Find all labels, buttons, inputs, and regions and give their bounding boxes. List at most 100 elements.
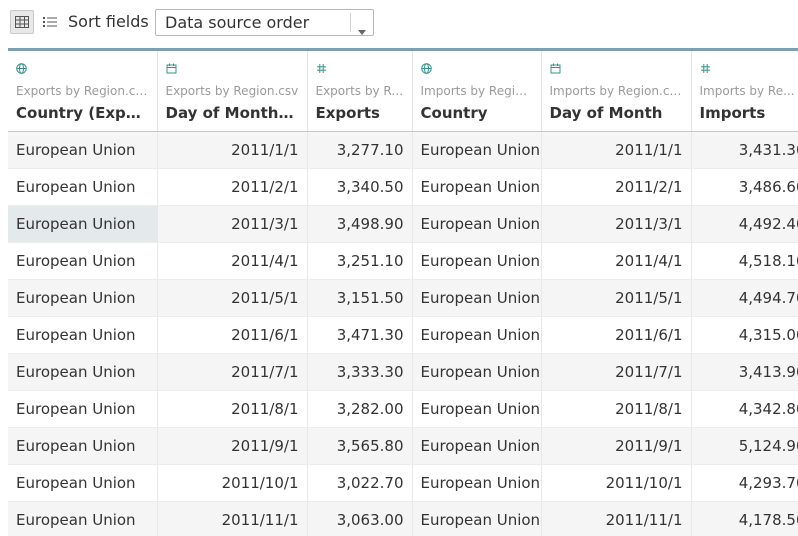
table-cell-exports[interactable]: 3,151.50 [307,279,413,317]
table-cell-country-imports[interactable]: European Union [412,390,542,428]
table-cell-imports[interactable]: 3,431.30 [691,131,798,169]
column-name: Day of Month [549,104,663,122]
table-cell-day-of-month-imports[interactable]: 2011/3/1 [541,205,692,243]
table-cell-day-of-month-exports[interactable]: 2011/9/1 [157,427,308,465]
table-cell-day-of-month-imports[interactable]: 2011/10/1 [541,464,692,502]
column-name: Country (Expo... [16,104,149,122]
calendar-icon[interactable] [550,59,683,74]
table-cell-imports[interactable]: 3,413.90 [691,353,798,391]
table-cell-country-imports[interactable]: European Union [412,168,542,206]
table-cell-country-exports[interactable]: European Union [8,501,158,536]
column-header-country-exports[interactable]: Exports by Region.csv Country (Expo... [8,51,158,132]
column-header-country-imports[interactable]: Imports by Region.... Country [412,51,542,132]
list-view-button[interactable] [38,10,62,34]
table-cell-country-exports[interactable]: European Union [8,242,158,280]
sort-fields-label: Sort fields [68,12,149,31]
toolbar: Sort fields Data source order [0,0,798,46]
table-row: European Union 2011/6/1 3,471.30 European U… [8,316,798,354]
table-cell-imports[interactable]: 4,342.80 [691,390,798,428]
table-cell-imports[interactable]: 5,124.90 [691,427,798,465]
table-cell-country-exports[interactable]: European Union [8,279,158,317]
table-cell-country-exports[interactable]: European Union [8,205,158,243]
table-cell-exports[interactable]: 3,063.00 [307,501,413,536]
table-cell-exports[interactable]: 3,277.10 [307,131,413,169]
table-cell-country-exports[interactable]: European Union [8,427,158,465]
table-cell-day-of-month-imports[interactable]: 2011/1/1 [541,131,692,169]
column-name: Imports [699,104,766,122]
grid-icon [15,13,29,32]
sort-order-value: Data source order [165,13,310,32]
globe-icon[interactable] [16,59,149,74]
table-cell-day-of-month-exports[interactable]: 2011/8/1 [157,390,308,428]
column-header-day-of-month-exports[interactable]: Exports by Region.csv Day of Month ... [157,51,308,132]
dropdown-divider [350,13,351,32]
table-cell-imports[interactable]: 4,518.10 [691,242,798,280]
table-cell-country-exports[interactable]: European Union [8,131,158,169]
chevron-down-icon[interactable] [358,20,366,39]
table-cell-day-of-month-imports[interactable]: 2011/2/1 [541,168,692,206]
table-cell-country-imports[interactable]: European Union [412,205,542,243]
table-cell-day-of-month-exports[interactable]: 2011/7/1 [157,353,308,391]
grid-view-button[interactable] [10,10,34,34]
table-cell-country-exports[interactable]: European Union [8,168,158,206]
table-cell-day-of-month-imports[interactable]: 2011/4/1 [541,242,692,280]
table-cell-country-imports[interactable]: European Union [412,279,542,317]
table-cell-exports[interactable]: 3,340.50 [307,168,413,206]
table-cell-country-imports[interactable]: European Union [412,131,542,169]
table-cell-day-of-month-exports[interactable]: 2011/10/1 [157,464,308,502]
table-cell-day-of-month-imports[interactable]: 2011/8/1 [541,390,692,428]
header-row: Exports by Region.csv Country (Expo... Exp… [8,51,798,132]
table-row: European Union 2011/7/1 3,333.30 European U… [8,353,798,391]
table-cell-day-of-month-exports[interactable]: 2011/5/1 [157,279,308,317]
hash-icon[interactable] [700,59,798,73]
table-row: European Union 2011/5/1 3,151.50 European U… [8,279,798,317]
table-cell-imports[interactable]: 4,494.70 [691,279,798,317]
table-cell-exports[interactable]: 3,282.00 [307,390,413,428]
data-table: Exports by Region.csv Country (Expo... Exp… [8,51,798,536]
table-row: European Union 2011/2/1 3,340.50 European U… [8,168,798,206]
column-header-day-of-month-imports[interactable]: Imports by Region.csv Day of Month [541,51,692,132]
table-cell-imports[interactable]: 4,293.70 [691,464,798,502]
table-cell-day-of-month-imports[interactable]: 2011/7/1 [541,353,692,391]
globe-icon[interactable] [420,59,533,74]
table-cell-country-imports[interactable]: European Union [412,316,542,354]
table-cell-country-exports[interactable]: European Union [8,316,158,354]
table-cell-day-of-month-imports[interactable]: 2011/11/1 [541,501,692,536]
table-cell-country-imports[interactable]: European Union [412,464,542,502]
column-name: Exports [315,104,380,122]
table-cell-country-imports[interactable]: European Union [412,427,542,465]
table-cell-exports[interactable]: 3,022.70 [307,464,413,502]
column-header-imports[interactable]: Imports by Re... Imports [691,51,798,132]
table-cell-day-of-month-exports[interactable]: 2011/4/1 [157,242,308,280]
table-cell-day-of-month-exports[interactable]: 2011/1/1 [157,131,308,169]
table-cell-exports[interactable]: 3,471.30 [307,316,413,354]
table-cell-country-imports[interactable]: European Union [412,353,542,391]
table-cell-day-of-month-exports[interactable]: 2011/2/1 [157,168,308,206]
column-source: Exports by Re... [315,84,404,98]
table-cell-country-exports[interactable]: European Union [8,464,158,502]
table-cell-exports[interactable]: 3,565.80 [307,427,413,465]
table-cell-day-of-month-imports[interactable]: 2011/9/1 [541,427,692,465]
table-cell-country-imports[interactable]: European Union [412,501,542,536]
column-header-exports[interactable]: Exports by Re... Exports [307,51,413,132]
table-cell-imports[interactable]: 4,492.40 [691,205,798,243]
table-cell-exports[interactable]: 3,333.30 [307,353,413,391]
table-cell-imports[interactable]: 3,486.60 [691,168,798,206]
table-cell-exports[interactable]: 3,498.90 [307,205,413,243]
sort-order-dropdown[interactable]: Data source order [155,9,374,36]
table-cell-country-imports[interactable]: European Union [412,242,542,280]
column-source: Exports by Region.csv [165,84,299,98]
table-cell-exports[interactable]: 3,251.10 [307,242,413,280]
table-cell-country-exports[interactable]: European Union [8,353,158,391]
table-row: European Union 2011/4/1 3,251.10 European U… [8,242,798,280]
hash-icon[interactable] [316,59,404,73]
table-cell-day-of-month-exports[interactable]: 2011/3/1 [157,205,308,243]
table-cell-country-exports[interactable]: European Union [8,390,158,428]
table-cell-imports[interactable]: 4,178.50 [691,501,798,536]
table-cell-day-of-month-exports[interactable]: 2011/11/1 [157,501,308,536]
calendar-icon[interactable] [166,59,299,74]
table-cell-day-of-month-imports[interactable]: 2011/5/1 [541,279,692,317]
table-cell-day-of-month-imports[interactable]: 2011/6/1 [541,316,692,354]
table-cell-day-of-month-exports[interactable]: 2011/6/1 [157,316,308,354]
table-cell-imports[interactable]: 4,315.00 [691,316,798,354]
